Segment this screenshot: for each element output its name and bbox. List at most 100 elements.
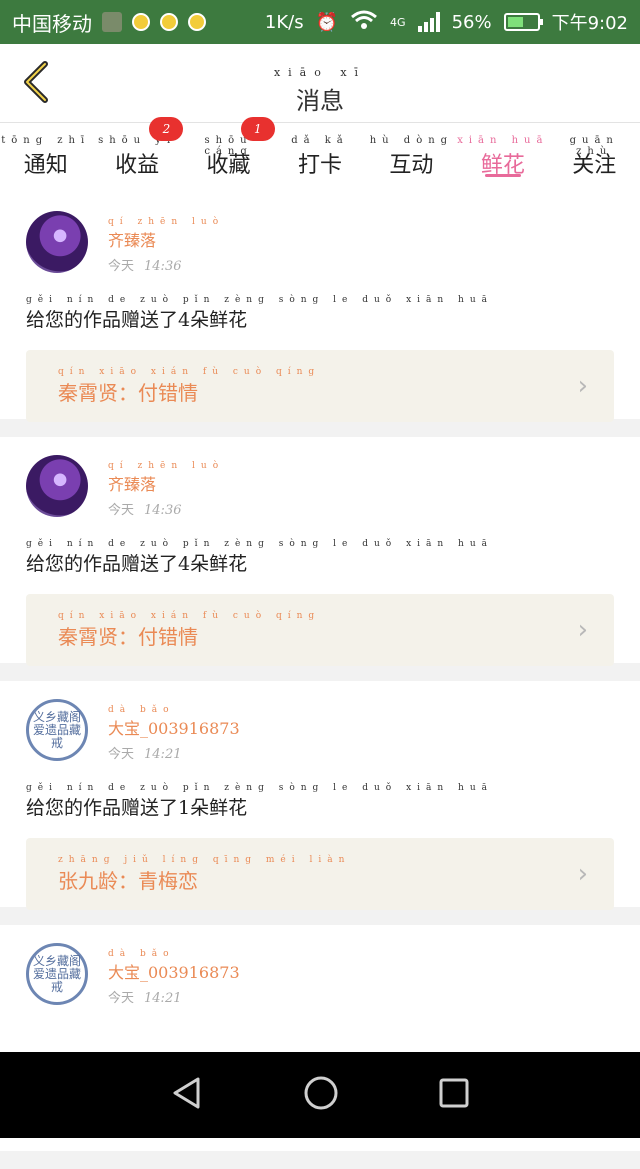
message-meta: 今天 14:21: [108, 987, 240, 1006]
unread-badge: 2: [149, 117, 184, 141]
tab-label: 收藏: [206, 153, 251, 178]
notification-dot-icon: [188, 13, 206, 31]
tab-earnings[interactable]: shōu yì 收益 2: [91, 117, 184, 193]
avatar[interactable]: [26, 455, 88, 517]
list-item: qí zhēn luò 齐臻落 今天 14:36 gěi nín de zuò p…: [0, 193, 640, 422]
tab-flowers[interactable]: xiān huā 鲜花: [457, 123, 548, 193]
message-day: 今天: [108, 503, 135, 518]
recents-square-icon[interactable]: [438, 1077, 470, 1113]
message-time: 14:36: [144, 259, 182, 274]
tab-pinyin: hù dòng: [369, 135, 454, 146]
tab-pinyin: xiān huā: [457, 135, 549, 146]
message-time: 14:21: [144, 991, 182, 1006]
work-title-text: 秦霄贤：付错情: [58, 624, 198, 649]
message-text: gěi nín de zuò pǐn zèng sòng le duǒ xiān…: [26, 783, 614, 820]
alarm-icon: ⏰: [315, 11, 339, 33]
sender-name[interactable]: qí zhēn luò 齐臻落: [108, 217, 224, 251]
message-body: 给您的作品赠送了4朵鲜花: [26, 309, 248, 331]
carrier-label: 中国移动: [12, 11, 92, 36]
tab-follow[interactable]: guān zhù 关注: [549, 123, 640, 193]
app-header: xiāo xī 消息: [0, 44, 640, 123]
message-time: 14:21: [144, 747, 182, 762]
app-notification-icon: [102, 12, 122, 32]
work-link[interactable]: qín xiāo xián fù cuò qíng 秦霄贤：付错情 ›: [26, 594, 614, 666]
sender-name-pinyin: qí zhēn luò: [108, 461, 225, 471]
sender-name-text: 齐臻落: [108, 475, 157, 494]
work-link[interactable]: zhāng jiǔ líng qīng méi liàn 张九龄：青梅恋 ›: [26, 838, 614, 910]
tab-label: 关注: [572, 153, 617, 178]
sender-row: qí zhēn luò 齐臻落 今天 14:36: [26, 209, 614, 277]
tab-checkin[interactable]: dǎ kǎ 打卡: [274, 123, 365, 193]
system-nav-bar: [0, 1052, 640, 1138]
list-item: qí zhēn luò 齐臻落 今天 14:36 gěi nín de zuò p…: [0, 437, 640, 666]
sender-name-text: 大宝_003916873: [108, 963, 240, 982]
work-title: qín xiāo xián fù cuò qíng 秦霄贤：付错情: [58, 611, 320, 650]
tab-pinyin: guān zhù: [569, 135, 619, 157]
status-bar: 中国移动 1K/s ⏰ 4G 56% 下午9:02: [0, 0, 640, 44]
notification-dot-icon: [132, 13, 150, 31]
sender-name[interactable]: dà bǎo 大宝_003916873: [108, 705, 240, 739]
tab-pinyin: dǎ kǎ: [291, 135, 349, 146]
avatar[interactable]: 义乡藏阁 爱遗品藏 戒: [26, 943, 88, 1005]
message-day: 今天: [108, 991, 135, 1006]
sender-name-text: 齐臻落: [108, 231, 157, 250]
message-pinyin: gěi nín de zuò pǐn zèng sòng le duǒ xiān…: [26, 539, 494, 549]
tab-label: 收益: [115, 153, 160, 178]
message-time: 14:36: [144, 503, 182, 518]
message-text: gěi nín de zuò pǐn zèng sòng le duǒ xiān…: [26, 295, 614, 332]
page-title: xiāo xī 消息: [0, 66, 640, 116]
message-day: 今天: [108, 747, 135, 762]
sender-info: qí zhēn luò 齐臻落 今天 14:36: [108, 453, 224, 518]
work-title: qín xiāo xián fù cuò qíng 秦霄贤：付错情: [58, 367, 320, 406]
wifi-icon: [350, 10, 378, 35]
chevron-right-icon: ›: [577, 371, 588, 401]
sender-name-pinyin: dà bǎo: [108, 949, 175, 959]
sender-name[interactable]: qí zhēn luò 齐臻落: [108, 461, 224, 495]
battery-percent: 56%: [451, 11, 492, 33]
sender-name-pinyin: qí zhēn luò: [108, 217, 225, 227]
message-body: 给您的作品赠送了1朵鲜花: [26, 797, 248, 819]
tab-notice[interactable]: tōng zhī 通知: [0, 123, 91, 193]
tab-label: 通知: [23, 153, 68, 178]
page-title-text: 消息: [296, 87, 344, 115]
message-pinyin: gěi nín de zuò pǐn zèng sòng le duǒ xiān…: [26, 295, 494, 305]
tab-label: 互动: [389, 153, 434, 178]
sender-row: qí zhēn luò 齐臻落 今天 14:36: [26, 453, 614, 521]
tab-favorites[interactable]: shōu cáng 收藏 1: [183, 117, 275, 193]
tab-label: 打卡: [297, 153, 342, 178]
list-item: 义乡藏阁 爱遗品藏 戒 dà bǎo 大宝_003916873 今天 14:21 …: [0, 681, 640, 910]
back-triangle-icon[interactable]: [170, 1076, 204, 1114]
avatar[interactable]: 义乡藏阁 爱遗品藏 戒: [26, 699, 88, 761]
status-left: 中国移动: [12, 8, 206, 37]
tab-bar: tōng zhī 通知 shōu yì 收益 2 shōu cáng 收藏 1 …: [0, 117, 640, 193]
tab-interaction[interactable]: hù dòng 互动: [366, 123, 457, 193]
work-link[interactable]: qín xiāo xián fù cuò qíng 秦霄贤：付错情 ›: [26, 350, 614, 422]
tab-label: 鲜花: [480, 153, 525, 178]
message-day: 今天: [108, 259, 135, 274]
message-meta: 今天 14:36: [108, 255, 224, 274]
sender-info: dà bǎo 大宝_003916873 今天 14:21: [108, 941, 240, 1006]
sender-name-text: 大宝_003916873: [108, 719, 240, 738]
avatar[interactable]: [26, 211, 88, 273]
message-list: qí zhēn luò 齐臻落 今天 14:36 gěi nín de zuò p…: [0, 193, 640, 1169]
notification-dot-icon: [160, 13, 178, 31]
message-meta: 今天 14:36: [108, 499, 224, 518]
sender-row: 义乡藏阁 爱遗品藏 戒 dà bǎo 大宝_003916873 今天 14:21: [26, 941, 614, 1009]
home-circle-icon[interactable]: [303, 1075, 339, 1115]
network-type: 4G: [390, 15, 406, 29]
clock: 下午9:02: [551, 13, 628, 34]
message-text: gěi nín de zuò pǐn zèng sòng le duǒ xiān…: [26, 539, 614, 576]
work-title-text: 秦霄贤：付错情: [58, 380, 198, 405]
page-title-pinyin: xiāo xī: [273, 66, 367, 79]
sender-row: 义乡藏阁 爱遗品藏 戒 dà bǎo 大宝_003916873 今天 14:21: [26, 697, 614, 765]
sender-name[interactable]: dà bǎo 大宝_003916873: [108, 949, 240, 983]
network-speed: 1K/s: [264, 11, 304, 33]
battery-fill: [507, 17, 524, 27]
tab-pinyin: tōng zhī: [1, 135, 91, 146]
work-title: zhāng jiǔ líng qīng méi liàn 张九龄：青梅恋: [58, 855, 350, 894]
unread-badge: 1: [240, 117, 275, 141]
chevron-right-icon: ›: [577, 859, 588, 889]
work-title-pinyin: qín xiāo xián fù cuò qíng: [58, 366, 321, 377]
chevron-right-icon: ›: [577, 615, 588, 645]
message-meta: 今天 14:21: [108, 743, 240, 762]
